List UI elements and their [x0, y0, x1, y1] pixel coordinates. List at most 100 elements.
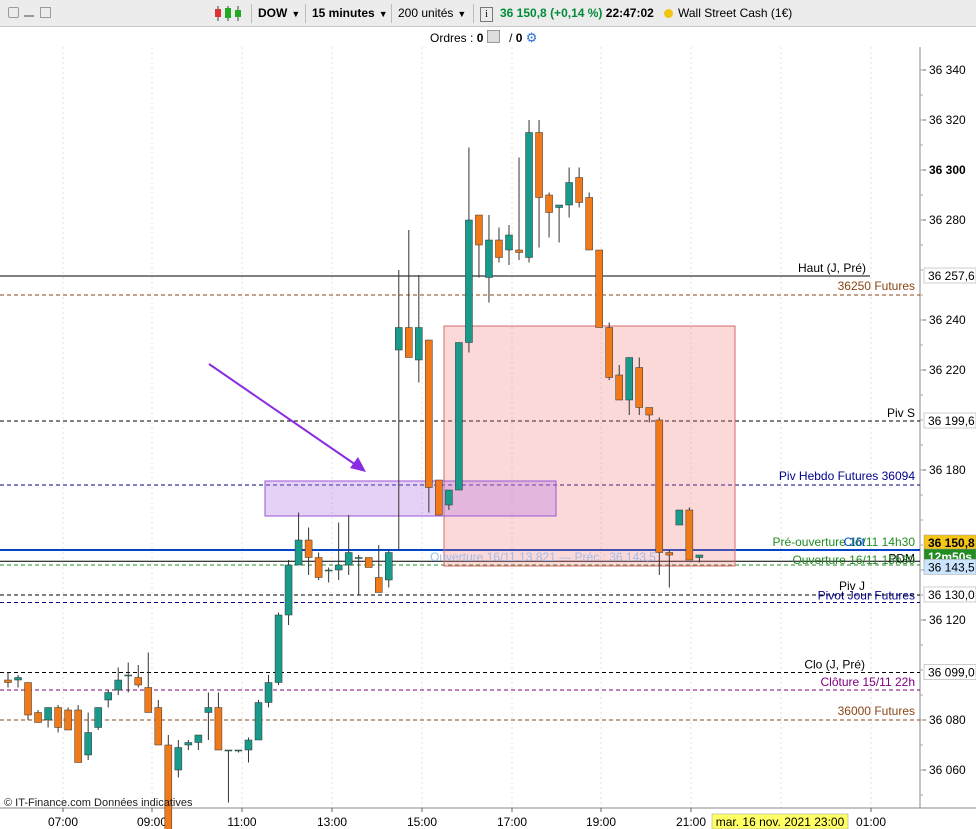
candle-body: [234, 749, 243, 752]
timeframe-select[interactable]: 15 minutes ▼: [312, 0, 388, 27]
level-label: 36250 Futures: [838, 279, 915, 293]
candle-body: [675, 509, 684, 526]
orders-bar: Ordres : 0 / 0 ⚙: [0, 27, 976, 47]
close-window-icon[interactable]: [8, 7, 19, 18]
candle-body: [545, 194, 553, 213]
candle-body: [645, 407, 654, 416]
candle-body: [364, 557, 373, 568]
level-label: Clôt: [844, 535, 866, 549]
candle-body: [615, 374, 623, 401]
candle-body: [655, 419, 664, 553]
level-label: Clôture 15/11 22h: [820, 675, 915, 689]
candle-body: [44, 707, 52, 721]
candle-body: [114, 679, 122, 691]
instrument-label: DOW: [258, 6, 288, 20]
candle-body: [605, 327, 613, 378]
y-tick-label: 36 340: [929, 63, 966, 77]
y-tick-label: 36 240: [929, 313, 966, 327]
candle-body: [595, 249, 603, 328]
chevron-down-icon: ▼: [457, 9, 467, 19]
candle-body: [485, 239, 493, 278]
level-label: 36000 Futures: [838, 704, 915, 718]
x-tick-label: 01:00: [856, 815, 886, 829]
units-select[interactable]: 200 unités ▼: [398, 0, 466, 27]
price-tag-label: 36 199,6: [928, 414, 975, 428]
maximize-window-icon[interactable]: [40, 7, 51, 18]
candle-body: [144, 687, 153, 713]
candlestick-chart[interactable]: 36 340 36 320 36 300 36 280 36 240 36 220 36 1…: [0, 47, 976, 829]
level-label: Ouverture 16/11 15h30: [792, 553, 915, 567]
units-label: 200 unités: [398, 6, 454, 20]
candle-body: [505, 234, 513, 251]
candle-body: [565, 182, 573, 206]
candle-body: [334, 564, 343, 571]
candle-body: [34, 712, 42, 723]
gear-icon[interactable]: ⚙: [526, 30, 538, 45]
price-tag-label: 36 143,5: [928, 560, 975, 574]
watermark-label: © IT-Finance.com Données indicatives: [4, 797, 193, 809]
candle-body: [455, 342, 463, 491]
last-price: 36 150,8: [500, 6, 547, 20]
candle-body: [535, 132, 543, 198]
candle-style-icon[interactable]: [214, 5, 246, 22]
candle-body: [475, 214, 483, 246]
candle-body: [685, 509, 694, 561]
candle-body: [405, 327, 413, 358]
candle-body: [154, 707, 163, 746]
candle-body: [445, 489, 453, 506]
instrument-select[interactable]: DOW ▼: [258, 0, 300, 27]
candle-body: [695, 554, 704, 558]
x-tick-label: 15:00: [407, 815, 437, 829]
toolbar: DOW ▼ 15 minutes ▼ 200 unités ▼ i 36 150,8 …: [0, 0, 976, 27]
candle-body: [84, 732, 92, 756]
candle-body: [254, 702, 263, 741]
x-tick-label: 21:00: [676, 815, 706, 829]
info-icon[interactable]: i: [480, 7, 493, 22]
overlay-text: Ouverture 16/11 13 821 — Préc : 36 143,5: [430, 550, 656, 564]
level-label: Pivot Jour Futures: [818, 589, 915, 603]
candle-body: [224, 749, 233, 752]
price-tag-label: 36 150,8: [928, 536, 975, 550]
candle-body: [134, 677, 143, 686]
market-name: Wall Street Cash (1€): [678, 6, 793, 20]
x-tick-label: 09:00: [137, 815, 167, 829]
price-chart[interactable]: 36 340 36 320 36 300 36 280 36 240 36 220 36 1…: [0, 47, 976, 829]
y-tick-label: 36 220: [929, 363, 966, 377]
candle-body: [344, 552, 353, 566]
date-tag-label: mar. 16 nov. 2021 23:00: [716, 815, 845, 829]
minimize-window-icon[interactable]: [24, 7, 34, 17]
candle-body: [625, 357, 633, 401]
level-label: Haut (J, Pré): [798, 261, 866, 275]
candle-body: [555, 204, 563, 208]
x-tick-label: 13:00: [317, 815, 347, 829]
candle-body: [14, 677, 22, 681]
price-change: (+0,14 %): [550, 6, 603, 20]
candle-body: [274, 614, 283, 683]
candle-body: [354, 557, 363, 559]
level-label: Piv S: [887, 406, 915, 420]
candle-body: [324, 569, 333, 572]
candle-body: [204, 707, 213, 713]
candle-body: [385, 552, 393, 581]
y-tick-label: 36 060: [929, 763, 966, 777]
level-label: Piv Hebdo Futures 36094: [779, 469, 915, 483]
annotation-arrow-line: [208, 363, 357, 466]
x-tick-label: 19:00: [586, 815, 616, 829]
candle-body: [194, 734, 203, 743]
orders-label: Ordres :: [430, 31, 474, 45]
x-tick-label: 17:00: [497, 815, 527, 829]
candle-body: [395, 327, 403, 351]
candle-body: [304, 539, 313, 558]
annotation-arrow-head: [350, 457, 366, 472]
candle-body: [415, 327, 423, 361]
orders-clear-icon[interactable]: [486, 30, 500, 43]
price-tag-label: 36 099,0: [928, 666, 975, 680]
candle-body: [94, 707, 102, 728]
level-label: Clo (J, Pré): [804, 658, 865, 672]
chevron-down-icon: ▼: [291, 9, 301, 19]
candle-body: [665, 552, 674, 556]
candle-body: [54, 707, 62, 728]
y-tick-label: 36 080: [929, 713, 966, 727]
candle-body: [64, 709, 72, 731]
x-tick-label: 11:00: [227, 815, 256, 829]
